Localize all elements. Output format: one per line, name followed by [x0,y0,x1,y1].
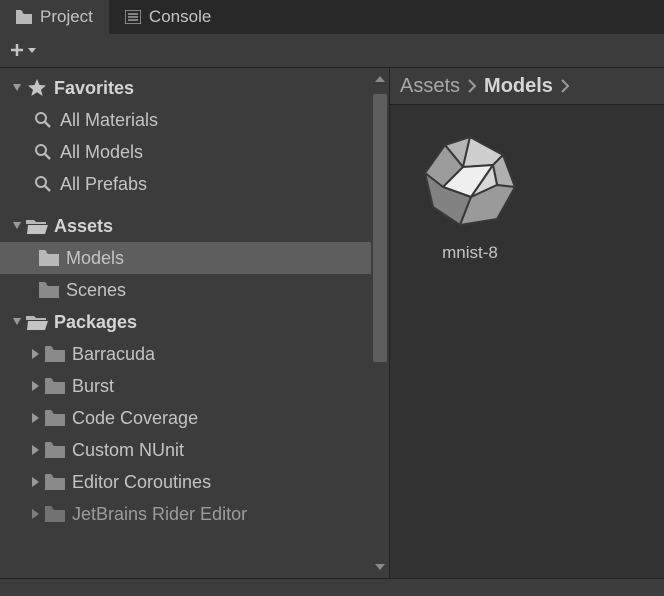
search-icon [32,173,54,195]
tree-package-item[interactable]: Burst [0,370,389,402]
asset-item[interactable]: mnist-8 [410,125,530,263]
folder-icon [38,247,60,269]
expand-arrow-icon[interactable] [8,313,26,331]
tree-label: Scenes [66,280,126,301]
tree-label: Code Coverage [72,408,198,429]
tree-package-item[interactable]: Editor Coroutines [0,466,389,498]
tree-label: Favorites [54,78,134,99]
toolbar [0,34,664,68]
status-bar [0,578,664,596]
expand-arrow-icon[interactable] [8,79,26,97]
folder-icon [44,439,66,461]
search-icon [32,141,54,163]
tree: Favorites All Materials All Models [0,68,389,530]
tree-folder-item[interactable]: Scenes [0,274,389,306]
breadcrumb-root[interactable]: Assets [400,75,460,98]
tree-package-item[interactable]: Custom NUnit [0,434,389,466]
scrollbar[interactable] [371,68,389,578]
tree-package-item[interactable]: JetBrains Rider Editor [0,498,389,530]
collapse-arrow-icon[interactable] [26,441,44,459]
create-button[interactable] [10,42,40,60]
folder-icon [38,279,60,301]
breadcrumb: Assets Models [390,68,664,104]
folder-icon [16,9,32,25]
tree-folder-item[interactable]: Models [0,242,389,274]
tree-label: Burst [72,376,114,397]
tree-panel: Favorites All Materials All Models [0,68,390,578]
scroll-down-icon[interactable] [373,560,387,574]
expand-arrow-icon[interactable] [8,217,26,235]
tree-label: Packages [54,312,137,333]
model-icon [415,125,525,235]
star-icon [26,77,48,99]
tree-label: All Materials [60,110,158,131]
tree-label: All Prefabs [60,174,147,195]
scroll-up-icon[interactable] [373,72,387,86]
collapse-arrow-icon[interactable] [26,345,44,363]
tab-project[interactable]: Project [0,0,109,34]
folder-open-icon [26,215,48,237]
folder-icon [44,343,66,365]
asset-label: mnist-8 [442,243,498,263]
tree-label: Editor Coroutines [72,472,211,493]
tree-label: Custom NUnit [72,440,184,461]
tree-favorites[interactable]: Favorites [0,72,389,104]
console-icon [125,9,141,25]
tree-packages[interactable]: Packages [0,306,389,338]
collapse-arrow-icon[interactable] [26,377,44,395]
folder-icon [44,503,66,525]
collapse-arrow-icon[interactable] [26,505,44,523]
tree-favorite-item[interactable]: All Materials [0,104,389,136]
folder-open-icon [26,311,48,333]
folder-icon [44,471,66,493]
tree-label: Assets [54,216,113,237]
collapse-arrow-icon[interactable] [26,409,44,427]
tree-label: JetBrains Rider Editor [72,504,247,525]
chevron-right-icon [464,79,480,93]
tree-package-item[interactable]: Code Coverage [0,402,389,434]
chevron-right-icon [557,79,573,93]
content-area[interactable]: mnist-8 [390,104,664,578]
search-icon [32,109,54,131]
tree-favorite-item[interactable]: All Prefabs [0,168,389,200]
tab-console[interactable]: Console [109,0,227,34]
folder-icon [44,407,66,429]
tree-label: All Models [60,142,143,163]
tab-label: Project [40,7,93,27]
tab-label: Console [149,7,211,27]
main-area: Favorites All Materials All Models [0,68,664,578]
folder-icon [44,375,66,397]
tree-label: Barracuda [72,344,155,365]
tree-assets[interactable]: Assets [0,210,389,242]
collapse-arrow-icon[interactable] [26,473,44,491]
tree-favorite-item[interactable]: All Models [0,136,389,168]
content-panel: Assets Models [390,68,664,578]
tree-package-item[interactable]: Barracuda [0,338,389,370]
scrollbar-thumb[interactable] [373,94,387,362]
tab-bar: Project Console [0,0,664,34]
breadcrumb-current[interactable]: Models [484,75,553,98]
tree-label: Models [66,248,124,269]
